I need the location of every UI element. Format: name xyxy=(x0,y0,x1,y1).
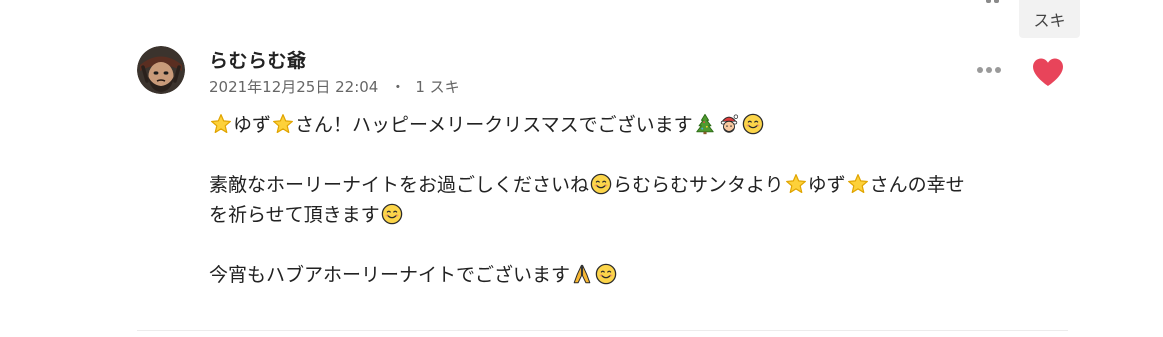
comment-line-3: を祈らせて頂きます xyxy=(209,200,1069,230)
comment-text: 素敵なホーリーナイトをお過ごしくださいね xyxy=(209,174,590,196)
star-icon xyxy=(272,113,294,135)
heart-icon xyxy=(1033,58,1063,86)
smiling-face-icon xyxy=(595,263,617,285)
comment-text: を祈らせて頂きます xyxy=(209,204,380,226)
avatar-image xyxy=(137,46,185,94)
comment-text: らむらむサンタより xyxy=(613,174,784,196)
comment-divider xyxy=(137,330,1068,331)
comment-panel: スキ らむらむ爺 2021年12月25日 22:04 ・ 1 スキ ゆず さん！… xyxy=(0,0,1163,337)
christmas-tree-icon xyxy=(694,113,716,135)
smiling-face-icon xyxy=(742,113,764,135)
comment-meta: 2021年12月25日 22:04 ・ 1 スキ xyxy=(209,76,460,97)
comment-line-2: 素敵なホーリーナイトをお過ごしくださいね らむらむサンタより ゆず さんの幸せ xyxy=(209,170,1069,200)
comment-text: さんの幸せ xyxy=(869,174,965,196)
like-count[interactable]: 1 スキ xyxy=(415,78,459,96)
comment-text: ゆず xyxy=(233,114,272,136)
smiling-face-icon xyxy=(590,173,612,195)
author-name[interactable]: らむらむ爺 xyxy=(209,46,307,73)
more-options-button[interactable] xyxy=(975,62,1003,78)
comment-text: 今宵もハブアホーリーナイトでございます xyxy=(209,264,571,286)
more-horizontal-icon[interactable] xyxy=(986,0,1012,4)
folded-hands-icon xyxy=(571,263,593,285)
comment-date: 2021年12月25日 22:04 xyxy=(209,78,379,96)
star-icon xyxy=(210,113,232,135)
meta-separator: ・ xyxy=(390,78,406,96)
comment-text: ゆず xyxy=(807,174,846,196)
comment-line-1: ゆず さん！ハッピーメリークリスマスでございます xyxy=(209,110,1069,140)
avatar[interactable] xyxy=(137,46,185,94)
comment-line-4: 今宵もハブアホーリーナイトでございます xyxy=(209,260,1069,290)
more-horizontal-icon xyxy=(977,67,1001,73)
smiling-face-icon xyxy=(381,203,403,225)
star-icon xyxy=(847,173,869,195)
santa-icon xyxy=(718,113,740,135)
star-icon xyxy=(785,173,807,195)
previous-comment-like-label[interactable]: スキ xyxy=(1019,0,1080,38)
like-button[interactable] xyxy=(1030,56,1066,88)
comment-text: さん！ハッピーメリークリスマスでございます xyxy=(295,114,693,136)
comment-body: ゆず さん！ハッピーメリークリスマスでございます 素敵なホーリーナイトをお過ごしく… xyxy=(209,110,1069,290)
